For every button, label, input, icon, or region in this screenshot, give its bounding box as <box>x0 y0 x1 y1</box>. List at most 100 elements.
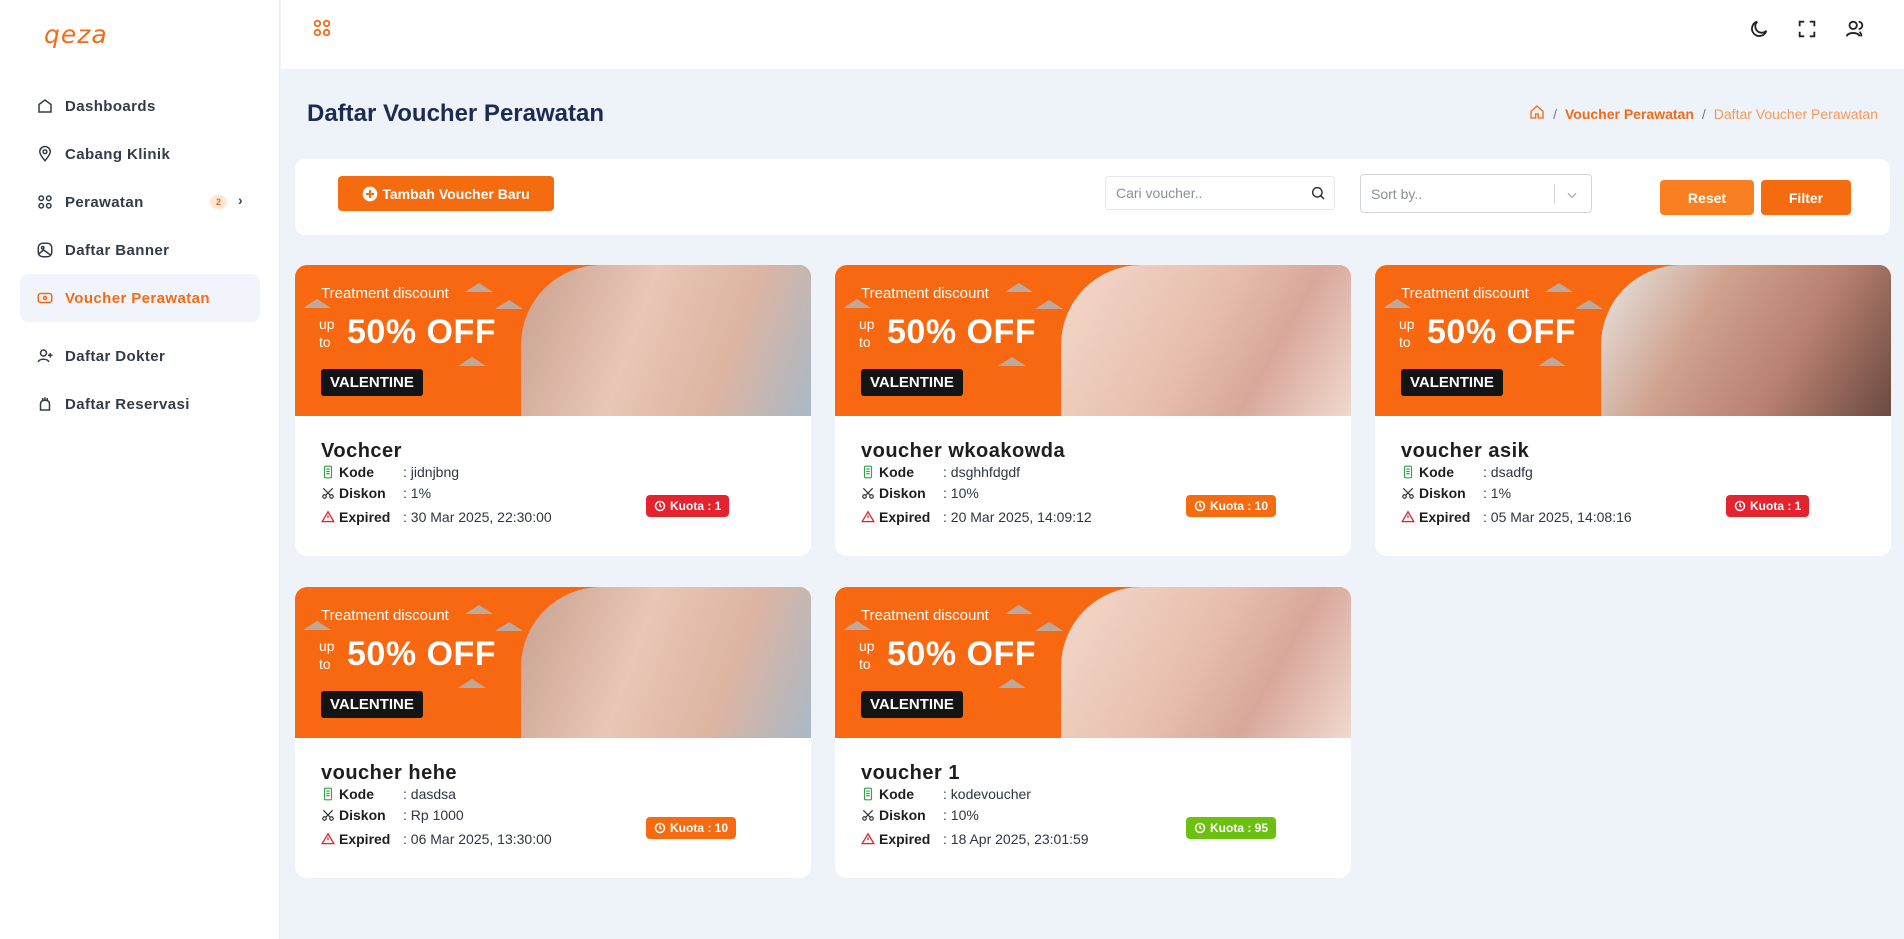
voucher-discount-row: Diskon : 10% <box>861 485 979 501</box>
voucher-name: Vochcer <box>321 440 402 462</box>
decor-triangle <box>1005 283 1033 292</box>
reset-button[interactable]: Reset <box>1660 180 1754 215</box>
clock-icon <box>654 500 666 512</box>
sidebar-item-perawatan[interactable]: Perawatan 2 › <box>20 178 260 226</box>
voucher-discount-row: Diskon : 10% <box>861 807 979 823</box>
discount-label: Diskon <box>879 485 926 501</box>
warning-icon <box>321 510 335 524</box>
banner-tag: VALENTINE <box>861 691 963 718</box>
decor-triangle <box>495 622 523 631</box>
colon: : <box>943 464 947 480</box>
sidebar-item-dashboards[interactable]: Dashboards <box>20 82 260 130</box>
add-voucher-button[interactable]: Tambah Voucher Baru <box>338 176 554 211</box>
barcode-icon <box>321 465 335 479</box>
decor-triangle <box>458 679 486 688</box>
voucher-banner: Treatment discount up to 50% OFF VALENTIN… <box>835 587 1351 738</box>
sidebar: qeza Dashboards Cabang Klinik Perawatan … <box>0 0 280 939</box>
sidebar-item-voucher-perawatan[interactable]: Voucher Perawatan <box>20 274 260 322</box>
scissors-icon <box>861 486 875 500</box>
banner-photo <box>1601 265 1891 416</box>
banner-line: Treatment discount <box>861 607 989 624</box>
search-icon[interactable] <box>1310 185 1326 206</box>
scissors-icon <box>321 486 335 500</box>
banner-percent: 50% OFF <box>887 635 1036 673</box>
dark-mode-icon[interactable] <box>1746 16 1772 42</box>
brand-logo[interactable]: qeza <box>44 20 108 49</box>
expired-label: Expired <box>879 831 931 847</box>
sidebar-item-label: Perawatan <box>65 193 144 211</box>
colon: : <box>1483 509 1487 525</box>
banner-percent: 50% OFF <box>887 313 1036 351</box>
chevron-down-icon <box>1565 188 1579 205</box>
filter-button[interactable]: Filter <box>1761 180 1851 215</box>
decor-triangle <box>998 357 1026 366</box>
discount-label: Diskon <box>1419 485 1466 501</box>
sidebar-item-label: Dashboards <box>65 97 156 115</box>
quota-badge: Kuota : 1 <box>646 495 730 517</box>
voucher-expired-row: Expired : 05 Mar 2025, 14:08:16 <box>1401 509 1632 525</box>
voucher-discount-row: Diskon : 1% <box>321 485 431 501</box>
voucher-expired-row: Expired : 30 Mar 2025, 22:30:00 <box>321 509 552 525</box>
warning-icon <box>861 510 875 524</box>
colon: : <box>1483 485 1487 501</box>
colon: : <box>943 807 947 823</box>
user-profile-icon[interactable] <box>1842 16 1868 42</box>
sidebar-item-label: Cabang Klinik <box>65 145 171 163</box>
voucher-name: voucher wkoakowda <box>861 440 1066 462</box>
apps-icon <box>36 193 54 211</box>
sidebar-item-label: Voucher Perawatan <box>65 289 210 307</box>
voucher-code: dasdsa <box>410 786 456 802</box>
voucher-name: voucher 1 <box>861 762 960 784</box>
code-label: Kode <box>879 464 914 480</box>
colon: : <box>943 786 947 802</box>
voucher-expired: 30 Mar 2025, 22:30:00 <box>410 509 552 525</box>
sidebar-item-daftar-reservasi[interactable]: Daftar Reservasi <box>20 380 260 428</box>
user-add-icon <box>36 347 54 365</box>
page-title: Daftar Voucher Perawatan <box>307 100 604 127</box>
breadcrumb-parent[interactable]: Voucher Perawatan <box>1565 106 1694 122</box>
decor-triangle <box>465 283 493 292</box>
image-icon <box>36 241 54 259</box>
barcode-icon <box>321 787 335 801</box>
discount-label: Diskon <box>339 807 386 823</box>
voucher-card[interactable]: Treatment discount up to 50% OFF VALENTIN… <box>295 587 811 878</box>
colon: : <box>403 464 407 480</box>
quota-text: Kuota : 1 <box>670 499 722 513</box>
voucher-code-row: Kode : kodevoucher <box>861 786 1031 802</box>
sort-select[interactable]: Sort by.. <box>1360 174 1592 213</box>
chevron-right-icon: › <box>238 192 244 208</box>
voucher-expired: 06 Mar 2025, 13:30:00 <box>410 831 552 847</box>
banner-photo <box>521 265 811 416</box>
voucher-expired-row: Expired : 06 Mar 2025, 13:30:00 <box>321 831 552 847</box>
banner-line: Treatment discount <box>321 285 449 302</box>
sidebar-item-label: Daftar Dokter <box>65 347 166 365</box>
banner-up-to: up to <box>1399 316 1415 350</box>
voucher-code-row: Kode : dsadfg <box>1401 464 1533 480</box>
voucher-card[interactable]: Treatment discount up to 50% OFF VALENTIN… <box>835 265 1351 556</box>
sidebar-item-cabang-klinik[interactable]: Cabang Klinik <box>20 130 260 178</box>
sidebar-item-daftar-dokter[interactable]: Daftar Dokter <box>20 332 260 380</box>
banner-photo <box>1061 265 1351 416</box>
banner-tag: VALENTINE <box>1401 369 1503 396</box>
warning-icon <box>321 832 335 846</box>
quota-badge: Kuota : 10 <box>646 817 737 839</box>
fullscreen-icon[interactable] <box>1794 16 1820 42</box>
banner-line: Treatment discount <box>321 607 449 624</box>
voucher-card[interactable]: Treatment discount up to 50% OFF VALENTIN… <box>295 265 811 556</box>
expired-label: Expired <box>1419 509 1471 525</box>
code-label: Kode <box>879 786 914 802</box>
decor-triangle <box>1545 283 1573 292</box>
barcode-icon <box>861 465 875 479</box>
count-badge: 2 <box>210 195 228 209</box>
voucher-code-row: Kode : dsghhfdgdf <box>861 464 1020 480</box>
search-input[interactable] <box>1105 176 1335 210</box>
clock-icon <box>654 822 666 834</box>
sidebar-item-daftar-banner[interactable]: Daftar Banner <box>20 226 260 274</box>
code-label: Kode <box>339 464 374 480</box>
hand-icon <box>36 395 54 413</box>
voucher-card[interactable]: Treatment discount up to 50% OFF VALENTIN… <box>835 587 1351 878</box>
apps-menu-icon[interactable] <box>311 17 333 44</box>
voucher-card[interactable]: Treatment discount up to 50% OFF VALENTIN… <box>1375 265 1891 556</box>
decor-triangle <box>458 357 486 366</box>
home-icon[interactable] <box>1529 104 1545 123</box>
